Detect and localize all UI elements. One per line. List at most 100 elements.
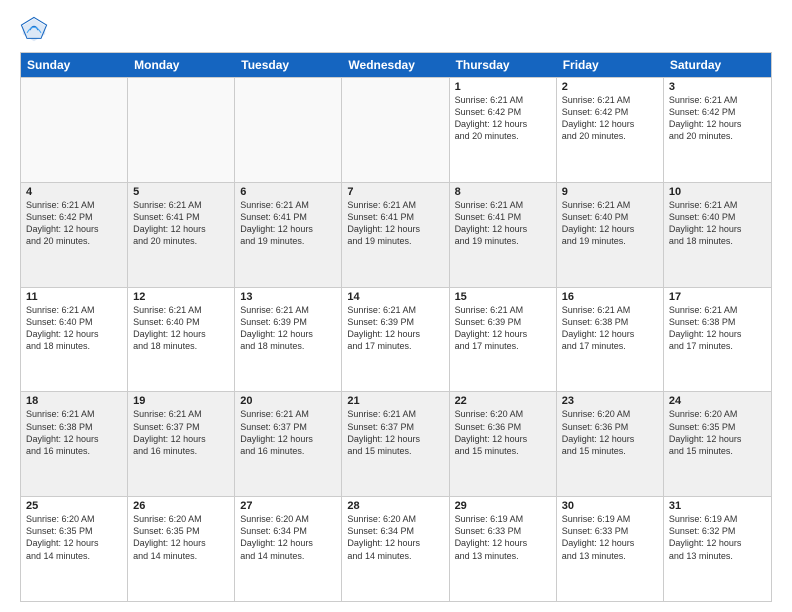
- day-number: 19: [133, 395, 229, 407]
- day-number: 9: [562, 186, 658, 198]
- day-number: 22: [455, 395, 551, 407]
- weekday-header-friday: Friday: [557, 53, 664, 77]
- day-info: Sunrise: 6:20 AM Sunset: 6:35 PM Dayligh…: [133, 513, 229, 562]
- cal-cell-23: 23Sunrise: 6:20 AM Sunset: 6:36 PM Dayli…: [557, 392, 664, 496]
- calendar-row-1: 4Sunrise: 6:21 AM Sunset: 6:42 PM Daylig…: [21, 182, 771, 287]
- cal-cell-12: 12Sunrise: 6:21 AM Sunset: 6:40 PM Dayli…: [128, 288, 235, 392]
- day-info: Sunrise: 6:21 AM Sunset: 6:40 PM Dayligh…: [133, 304, 229, 353]
- day-info: Sunrise: 6:21 AM Sunset: 6:38 PM Dayligh…: [669, 304, 766, 353]
- day-number: 23: [562, 395, 658, 407]
- day-info: Sunrise: 6:21 AM Sunset: 6:42 PM Dayligh…: [455, 94, 551, 143]
- day-number: 11: [26, 291, 122, 303]
- cal-cell-4: 4Sunrise: 6:21 AM Sunset: 6:42 PM Daylig…: [21, 183, 128, 287]
- day-info: Sunrise: 6:20 AM Sunset: 6:35 PM Dayligh…: [26, 513, 122, 562]
- cal-cell-empty: [235, 78, 342, 182]
- day-info: Sunrise: 6:21 AM Sunset: 6:37 PM Dayligh…: [347, 408, 443, 457]
- cal-cell-5: 5Sunrise: 6:21 AM Sunset: 6:41 PM Daylig…: [128, 183, 235, 287]
- calendar-row-3: 18Sunrise: 6:21 AM Sunset: 6:38 PM Dayli…: [21, 391, 771, 496]
- cal-cell-22: 22Sunrise: 6:20 AM Sunset: 6:36 PM Dayli…: [450, 392, 557, 496]
- day-info: Sunrise: 6:20 AM Sunset: 6:35 PM Dayligh…: [669, 408, 766, 457]
- cal-cell-8: 8Sunrise: 6:21 AM Sunset: 6:41 PM Daylig…: [450, 183, 557, 287]
- weekday-header-monday: Monday: [128, 53, 235, 77]
- cal-cell-18: 18Sunrise: 6:21 AM Sunset: 6:38 PM Dayli…: [21, 392, 128, 496]
- cal-cell-7: 7Sunrise: 6:21 AM Sunset: 6:41 PM Daylig…: [342, 183, 449, 287]
- weekday-header-thursday: Thursday: [450, 53, 557, 77]
- calendar-row-4: 25Sunrise: 6:20 AM Sunset: 6:35 PM Dayli…: [21, 496, 771, 601]
- cal-cell-31: 31Sunrise: 6:19 AM Sunset: 6:32 PM Dayli…: [664, 497, 771, 601]
- day-info: Sunrise: 6:19 AM Sunset: 6:33 PM Dayligh…: [562, 513, 658, 562]
- cal-cell-26: 26Sunrise: 6:20 AM Sunset: 6:35 PM Dayli…: [128, 497, 235, 601]
- cal-cell-2: 2Sunrise: 6:21 AM Sunset: 6:42 PM Daylig…: [557, 78, 664, 182]
- day-number: 16: [562, 291, 658, 303]
- day-number: 2: [562, 81, 658, 93]
- calendar-body: 1Sunrise: 6:21 AM Sunset: 6:42 PM Daylig…: [21, 77, 771, 601]
- day-number: 15: [455, 291, 551, 303]
- day-info: Sunrise: 6:21 AM Sunset: 6:42 PM Dayligh…: [562, 94, 658, 143]
- weekday-header-sunday: Sunday: [21, 53, 128, 77]
- day-info: Sunrise: 6:20 AM Sunset: 6:36 PM Dayligh…: [455, 408, 551, 457]
- day-number: 7: [347, 186, 443, 198]
- calendar-row-2: 11Sunrise: 6:21 AM Sunset: 6:40 PM Dayli…: [21, 287, 771, 392]
- cal-cell-21: 21Sunrise: 6:21 AM Sunset: 6:37 PM Dayli…: [342, 392, 449, 496]
- day-number: 3: [669, 81, 766, 93]
- day-info: Sunrise: 6:21 AM Sunset: 6:39 PM Dayligh…: [347, 304, 443, 353]
- logo: [20, 16, 52, 44]
- day-number: 8: [455, 186, 551, 198]
- day-number: 17: [669, 291, 766, 303]
- day-info: Sunrise: 6:21 AM Sunset: 6:39 PM Dayligh…: [455, 304, 551, 353]
- day-info: Sunrise: 6:20 AM Sunset: 6:36 PM Dayligh…: [562, 408, 658, 457]
- day-number: 10: [669, 186, 766, 198]
- cal-cell-11: 11Sunrise: 6:21 AM Sunset: 6:40 PM Dayli…: [21, 288, 128, 392]
- cal-cell-30: 30Sunrise: 6:19 AM Sunset: 6:33 PM Dayli…: [557, 497, 664, 601]
- day-info: Sunrise: 6:21 AM Sunset: 6:41 PM Dayligh…: [240, 199, 336, 248]
- cal-cell-19: 19Sunrise: 6:21 AM Sunset: 6:37 PM Dayli…: [128, 392, 235, 496]
- day-number: 4: [26, 186, 122, 198]
- page: SundayMondayTuesdayWednesdayThursdayFrid…: [0, 0, 792, 612]
- day-info: Sunrise: 6:21 AM Sunset: 6:42 PM Dayligh…: [669, 94, 766, 143]
- cal-cell-6: 6Sunrise: 6:21 AM Sunset: 6:41 PM Daylig…: [235, 183, 342, 287]
- day-info: Sunrise: 6:21 AM Sunset: 6:40 PM Dayligh…: [562, 199, 658, 248]
- day-number: 1: [455, 81, 551, 93]
- cal-cell-13: 13Sunrise: 6:21 AM Sunset: 6:39 PM Dayli…: [235, 288, 342, 392]
- cal-cell-9: 9Sunrise: 6:21 AM Sunset: 6:40 PM Daylig…: [557, 183, 664, 287]
- day-number: 5: [133, 186, 229, 198]
- day-number: 18: [26, 395, 122, 407]
- cal-cell-1: 1Sunrise: 6:21 AM Sunset: 6:42 PM Daylig…: [450, 78, 557, 182]
- day-number: 21: [347, 395, 443, 407]
- cal-cell-empty: [128, 78, 235, 182]
- header: [20, 16, 772, 44]
- day-info: Sunrise: 6:21 AM Sunset: 6:41 PM Dayligh…: [455, 199, 551, 248]
- cal-cell-3: 3Sunrise: 6:21 AM Sunset: 6:42 PM Daylig…: [664, 78, 771, 182]
- day-number: 31: [669, 500, 766, 512]
- day-info: Sunrise: 6:19 AM Sunset: 6:33 PM Dayligh…: [455, 513, 551, 562]
- cal-cell-16: 16Sunrise: 6:21 AM Sunset: 6:38 PM Dayli…: [557, 288, 664, 392]
- day-info: Sunrise: 6:21 AM Sunset: 6:42 PM Dayligh…: [26, 199, 122, 248]
- day-number: 6: [240, 186, 336, 198]
- cal-cell-28: 28Sunrise: 6:20 AM Sunset: 6:34 PM Dayli…: [342, 497, 449, 601]
- day-info: Sunrise: 6:21 AM Sunset: 6:40 PM Dayligh…: [669, 199, 766, 248]
- day-number: 30: [562, 500, 658, 512]
- day-number: 25: [26, 500, 122, 512]
- day-info: Sunrise: 6:21 AM Sunset: 6:37 PM Dayligh…: [240, 408, 336, 457]
- day-number: 20: [240, 395, 336, 407]
- day-info: Sunrise: 6:21 AM Sunset: 6:37 PM Dayligh…: [133, 408, 229, 457]
- cal-cell-15: 15Sunrise: 6:21 AM Sunset: 6:39 PM Dayli…: [450, 288, 557, 392]
- calendar-header: SundayMondayTuesdayWednesdayThursdayFrid…: [21, 53, 771, 77]
- day-info: Sunrise: 6:21 AM Sunset: 6:41 PM Dayligh…: [133, 199, 229, 248]
- day-info: Sunrise: 6:20 AM Sunset: 6:34 PM Dayligh…: [240, 513, 336, 562]
- day-number: 28: [347, 500, 443, 512]
- day-number: 29: [455, 500, 551, 512]
- day-info: Sunrise: 6:20 AM Sunset: 6:34 PM Dayligh…: [347, 513, 443, 562]
- weekday-header-saturday: Saturday: [664, 53, 771, 77]
- weekday-header-tuesday: Tuesday: [235, 53, 342, 77]
- day-number: 13: [240, 291, 336, 303]
- day-info: Sunrise: 6:21 AM Sunset: 6:39 PM Dayligh…: [240, 304, 336, 353]
- day-info: Sunrise: 6:21 AM Sunset: 6:40 PM Dayligh…: [26, 304, 122, 353]
- cal-cell-empty: [342, 78, 449, 182]
- cal-cell-29: 29Sunrise: 6:19 AM Sunset: 6:33 PM Dayli…: [450, 497, 557, 601]
- logo-icon: [20, 16, 48, 44]
- weekday-header-wednesday: Wednesday: [342, 53, 449, 77]
- day-number: 27: [240, 500, 336, 512]
- calendar-row-0: 1Sunrise: 6:21 AM Sunset: 6:42 PM Daylig…: [21, 77, 771, 182]
- day-number: 26: [133, 500, 229, 512]
